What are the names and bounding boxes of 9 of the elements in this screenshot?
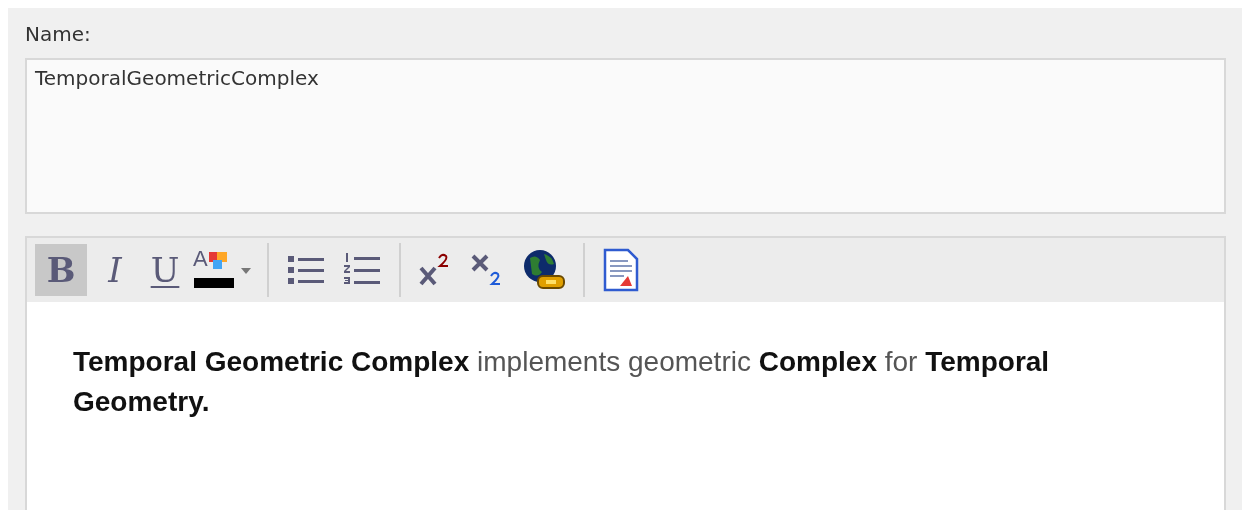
field-label: Name: <box>25 21 92 48</box>
font-color-button[interactable]: A <box>193 244 255 296</box>
document-icon <box>602 248 640 292</box>
underline-button[interactable]: U <box>143 244 187 296</box>
bold-button[interactable]: B <box>35 244 87 296</box>
italic-button[interactable]: I <box>93 244 137 296</box>
globe-link-icon <box>522 248 566 292</box>
name-field[interactable]: TemporalGeometricComplex <box>25 58 1226 214</box>
notes-text: Temporal Geometric Complex implements geometric Complex for Temporal Geometry. <box>73 345 1051 419</box>
